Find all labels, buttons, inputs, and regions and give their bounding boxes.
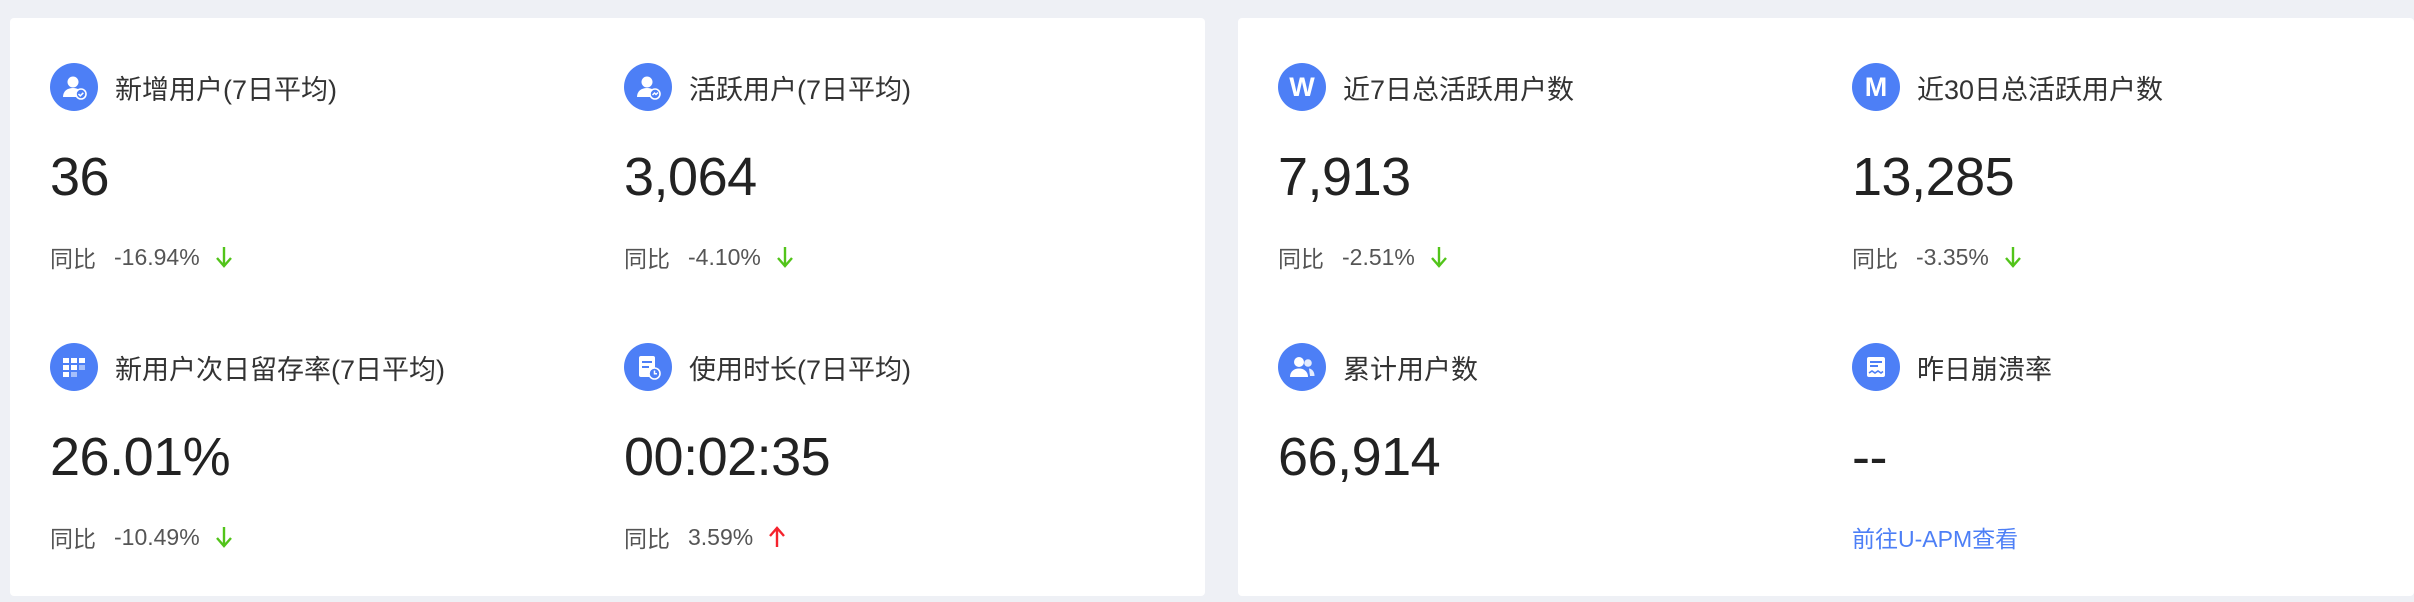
metric-usage-time: 使用时长(7日平均) 00:02:35 同比 3.59%: [624, 342, 1184, 552]
new-user-icon: [50, 63, 98, 111]
metric-value: 36: [50, 147, 110, 207]
metric-value: 66,914: [1278, 427, 1441, 487]
metric-value: 7,913: [1278, 147, 1411, 207]
metric-value: --: [1852, 427, 1887, 487]
usage-time-icon: [624, 343, 672, 391]
go-to-uapm-link[interactable]: 前往U-APM查看: [1852, 520, 2018, 554]
metric-title: 新用户次日留存率(7日平均): [115, 354, 445, 385]
users-group-icon: [1278, 343, 1326, 391]
metric-value: 13,285: [1852, 147, 2015, 207]
compare-value: -3.35%: [1916, 243, 1989, 270]
compare-value: 3.59%: [688, 523, 754, 550]
metric-new-users: 新增用户(7日平均) 36 同比 -16.94%: [50, 62, 610, 272]
compare-value: -4.10%: [688, 243, 761, 270]
arrow-down-icon: [215, 527, 232, 548]
metric-title: 活跃用户(7日平均): [689, 74, 911, 105]
compare-label: 同比: [624, 526, 670, 552]
metric-value: 00:02:35: [624, 427, 831, 487]
metric-title: 累计用户数: [1343, 354, 1478, 385]
active-user-icon: [624, 63, 672, 111]
metric-compare: 同比 -10.49%: [50, 520, 234, 554]
metric-compare: 同比 -4.10%: [624, 240, 795, 274]
metric-total-users: 累计用户数 66,914: [1278, 342, 1838, 487]
metric-7day-active: W 近7日总活跃用户数 7,913 同比 -2.51%: [1278, 62, 1838, 272]
compare-value: -2.51%: [1342, 243, 1415, 270]
retention-grid-icon: [50, 343, 98, 391]
compare-value: -10.49%: [114, 523, 200, 550]
compare-label: 同比: [1278, 246, 1324, 272]
metric-compare: 同比 -2.51%: [1278, 240, 1449, 274]
metric-30day-active: M 近30日总活跃用户数 13,285 同比 -3.35%: [1852, 62, 2412, 272]
metric-active-users: 活跃用户(7日平均) 3,064 同比 -4.10%: [624, 62, 1184, 272]
metric-title: 近7日总活跃用户数: [1343, 74, 1575, 105]
month-letter-icon: M: [1852, 63, 1900, 111]
metric-retention: 新用户次日留存率(7日平均) 26.01% 同比 -10.49%: [50, 342, 610, 552]
arrow-down-icon: [215, 247, 232, 268]
metrics-card-right: W 近7日总活跃用户数 7,913 同比 -2.51% M 近30日总活跃用户数…: [1238, 18, 2414, 596]
crash-report-icon: [1852, 343, 1900, 391]
metric-value: 3,064: [624, 147, 757, 207]
arrow-down-icon: [2004, 247, 2021, 268]
metric-compare: 同比 3.59%: [624, 520, 787, 554]
metric-value: 26.01%: [50, 427, 231, 487]
metric-title: 新增用户(7日平均): [115, 74, 337, 105]
metric-crash-rate: 昨日崩溃率 -- 前往U-APM查看: [1852, 342, 2412, 552]
compare-label: 同比: [50, 246, 96, 272]
metrics-card-left: 新增用户(7日平均) 36 同比 -16.94% 活跃用户(7日平均) 3,06…: [10, 18, 1205, 596]
metric-compare: 同比 -16.94%: [50, 240, 234, 274]
compare-label: 同比: [50, 526, 96, 552]
compare-label: 同比: [624, 246, 670, 272]
compare-value: -16.94%: [114, 243, 200, 270]
metric-title: 使用时长(7日平均): [689, 354, 911, 385]
compare-label: 同比: [1852, 246, 1898, 272]
arrow-down-icon: [1430, 247, 1447, 268]
metric-compare: 同比 -3.35%: [1852, 240, 2023, 274]
arrow-down-icon: [776, 247, 793, 268]
metric-title: 近30日总活跃用户数: [1917, 74, 2164, 105]
arrow-up-icon: [769, 526, 786, 547]
metric-title: 昨日崩溃率: [1917, 354, 2052, 385]
week-letter-icon: W: [1278, 63, 1326, 111]
